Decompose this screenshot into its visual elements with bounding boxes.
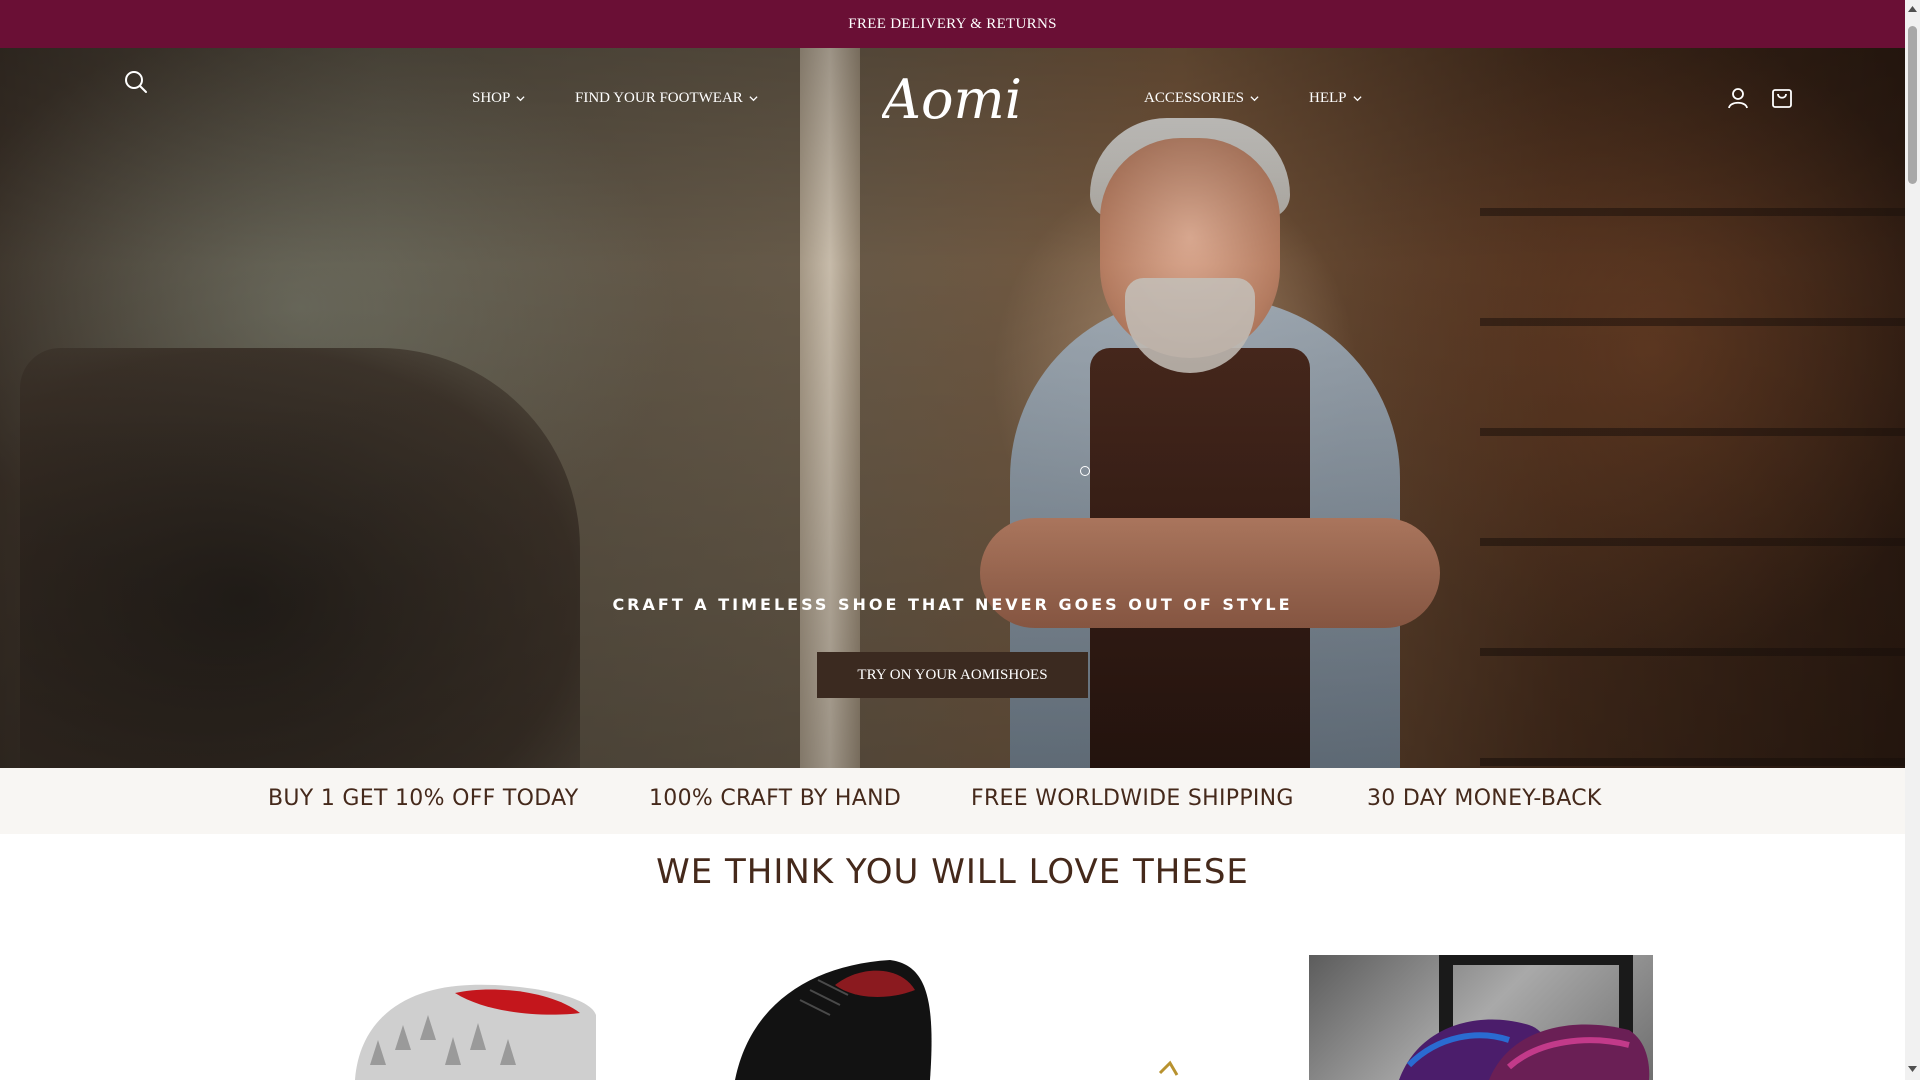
try-on-button[interactable]: TRY ON YOUR AOMISHOES: [817, 652, 1088, 698]
usp-item: FREE WORLDWIDE SHIPPING: [971, 786, 1294, 811]
usp-bar: BUY 1 GET 10% OFF TODAY 100% CRAFT BY HA…: [0, 768, 1905, 834]
logo-text: Aomi: [882, 68, 1022, 131]
site-logo[interactable]: Aomi: [877, 60, 1022, 138]
chevron-down-icon: [1250, 96, 1259, 102]
nav-item-help[interactable]: HELP: [1309, 90, 1362, 107]
announcement-text: FREE DELIVERY & RETURNS: [848, 15, 1057, 32]
product-card-image[interactable]: [640, 955, 936, 1080]
usp-item: BUY 1 GET 10% OFF TODAY: [268, 786, 579, 811]
chevron-down-icon: [749, 96, 758, 102]
hero-headline: CRAFT A TIMELESS SHOE THAT NEVER GOES OU…: [612, 595, 1293, 614]
account-icon[interactable]: [1726, 86, 1750, 110]
section-title: WE THINK YOU WILL LOVE THESE: [656, 852, 1249, 892]
page-scrollbar[interactable]: [1905, 0, 1920, 1080]
scroll-down-arrow-icon[interactable]: [1907, 1064, 1918, 1074]
scrollbar-thumb[interactable]: [1908, 26, 1917, 184]
product-card-image[interactable]: [300, 955, 596, 1080]
search-icon[interactable]: [122, 68, 150, 96]
usp-item: 100% CRAFT BY HAND: [649, 786, 902, 811]
nav-item-accessories[interactable]: ACCESSORIES: [1144, 90, 1259, 107]
site-header: SHOP FIND YOUR FOOTWEAR Aomi ACCESSORIES…: [0, 48, 1905, 148]
product-card-image[interactable]: [1309, 955, 1653, 1080]
nav-item-label: ACCESSORIES: [1144, 90, 1245, 106]
nav-item-shop[interactable]: SHOP: [472, 90, 525, 107]
slide-indicator-dot[interactable]: [1080, 466, 1090, 476]
nav-item-label: SHOP: [472, 90, 511, 106]
chevron-down-icon: [1352, 96, 1362, 102]
scroll-up-arrow-icon[interactable]: [1907, 4, 1918, 14]
nav-item-label: HELP: [1309, 90, 1347, 106]
nav-item-label: FIND YOUR FOOTWEAR: [575, 90, 743, 106]
cart-icon[interactable]: [1770, 86, 1794, 110]
product-card-image[interactable]: [985, 955, 1281, 1080]
nav-item-find-your-footwear[interactable]: FIND YOUR FOOTWEAR: [575, 90, 758, 107]
announcement-bar: FREE DELIVERY & RETURNS: [0, 0, 1905, 48]
chevron-down-icon: [516, 96, 525, 102]
usp-item: 30 DAY MONEY-BACK: [1367, 786, 1602, 811]
